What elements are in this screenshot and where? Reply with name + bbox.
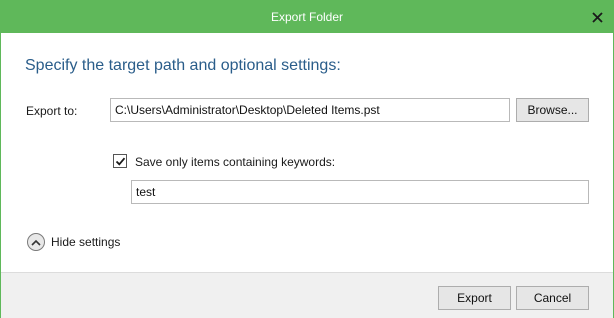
title-bar: Export Folder [1, 1, 613, 33]
chevron-up-icon [27, 233, 45, 251]
dialog-heading: Specify the target path and optional set… [25, 57, 341, 74]
window-title: Export Folder [270, 10, 344, 24]
keywords-checkbox[interactable] [113, 154, 127, 168]
hide-settings-label: Hide settings [51, 235, 121, 249]
keywords-input[interactable] [131, 180, 589, 204]
export-to-label: Export to: [26, 104, 78, 118]
close-button[interactable] [581, 1, 613, 33]
close-icon [591, 11, 603, 23]
browse-button[interactable]: Browse... [516, 98, 589, 122]
export-button[interactable]: Export [438, 286, 511, 310]
export-folder-dialog: Export Folder Specify the target path an… [0, 0, 614, 318]
export-path-input[interactable] [110, 98, 510, 122]
hide-settings-toggle[interactable]: Hide settings [27, 232, 120, 252]
checkmark-icon [115, 157, 125, 166]
cancel-button[interactable]: Cancel [516, 286, 589, 310]
keywords-checkbox-label: Save only items containing keywords: [135, 155, 336, 169]
